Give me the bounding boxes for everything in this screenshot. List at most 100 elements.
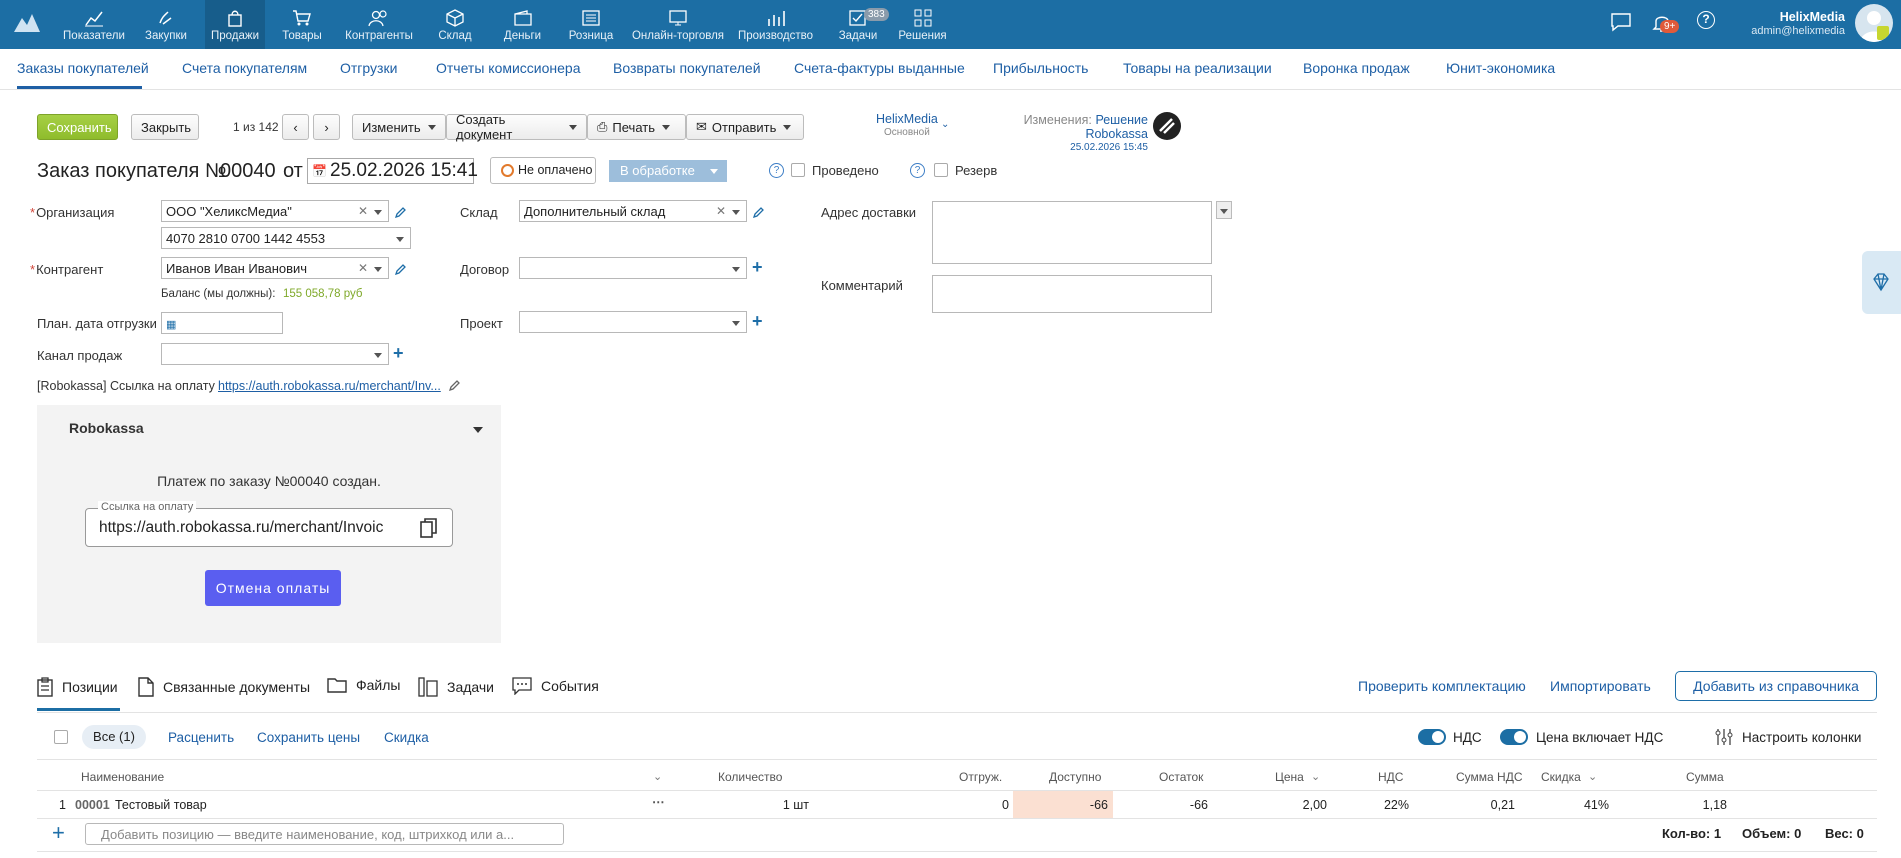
- col-shipped[interactable]: Отгруж.: [959, 770, 1002, 784]
- col-quantity[interactable]: Количество: [718, 770, 782, 784]
- payment-status-button[interactable]: Не оплачено: [490, 157, 596, 184]
- robokassa-link[interactable]: https://auth.robokassa.ru/merchant/Inv..…: [218, 379, 443, 393]
- change-menu-button[interactable]: Изменить: [352, 114, 446, 140]
- add-contract-icon[interactable]: +: [752, 258, 763, 276]
- avatar[interactable]: [1855, 4, 1893, 42]
- nav-retail[interactable]: Розница: [565, 0, 617, 49]
- add-position-input[interactable]: Добавить позицию — введите наименование,…: [85, 823, 564, 845]
- contract-select[interactable]: [519, 257, 747, 279]
- filter-all-pill[interactable]: Все (1): [82, 725, 146, 749]
- ship-date-field[interactable]: ▦: [161, 312, 283, 334]
- add-channel-icon[interactable]: +: [393, 344, 404, 362]
- price-value[interactable]: 2,00: [1295, 798, 1327, 812]
- help-icon[interactable]: ?: [1697, 11, 1715, 29]
- comment-textarea[interactable]: [932, 275, 1212, 313]
- quantity-value[interactable]: 1 шт: [780, 798, 809, 812]
- app-logo[interactable]: [12, 10, 42, 36]
- vat-toggle[interactable]: [1418, 729, 1446, 745]
- cancel-payment-button[interactable]: Отмена оплаты: [205, 570, 341, 606]
- address-expand-button[interactable]: [1216, 201, 1232, 219]
- send-button[interactable]: ✉ Отправить: [686, 114, 804, 140]
- status-dropdown[interactable]: В обработке: [609, 160, 727, 182]
- pencil-icon[interactable]: [395, 206, 407, 218]
- reprice-link[interactable]: Расценить: [168, 730, 234, 745]
- prev-button[interactable]: ‹: [282, 114, 309, 140]
- subnav-consignment-goods[interactable]: Товары на реализации: [1123, 60, 1272, 76]
- tab-tasks[interactable]: Задачи: [418, 677, 494, 697]
- configure-columns-link[interactable]: Настроить колонки: [1742, 730, 1861, 745]
- create-document-button[interactable]: Создать документ: [446, 112, 587, 142]
- col-discount[interactable]: Скидка: [1541, 770, 1581, 784]
- col-available[interactable]: Доступно: [1049, 770, 1101, 784]
- help-icon[interactable]: ?: [769, 163, 784, 178]
- discount-value[interactable]: 41%: [1575, 798, 1609, 812]
- counterparty-select[interactable]: Иванов Иван Иванович ✕: [161, 257, 389, 279]
- company-selector[interactable]: HelixMedia Основной: [876, 113, 938, 139]
- subnav-sales-funnel[interactable]: Воронка продаж: [1303, 60, 1410, 76]
- pencil-icon[interactable]: [395, 263, 407, 275]
- address-textarea[interactable]: [932, 201, 1212, 264]
- warehouse-select[interactable]: Дополнительный склад ✕: [519, 200, 747, 222]
- product-name[interactable]: Тестовый товар: [115, 798, 207, 812]
- vat-value[interactable]: 22%: [1375, 798, 1409, 812]
- subnav-shipments[interactable]: Отгрузки: [340, 60, 397, 76]
- price-includes-vat-toggle[interactable]: [1500, 729, 1528, 745]
- save-prices-link[interactable]: Сохранить цены: [257, 730, 360, 745]
- col-price[interactable]: Цена: [1275, 770, 1304, 784]
- tab-positions[interactable]: Позиции: [37, 677, 118, 697]
- tab-related-documents[interactable]: Связанные документы: [138, 677, 310, 697]
- import-link[interactable]: Импортировать: [1550, 678, 1651, 694]
- chevron-down-icon[interactable]: ⌄: [653, 770, 662, 783]
- user-info[interactable]: HelixMedia admin@helixmedia: [1751, 10, 1845, 38]
- nav-goods[interactable]: Товары: [272, 0, 332, 49]
- subnav-customer-invoices[interactable]: Счета покупателям: [182, 60, 307, 76]
- date-field[interactable]: 📅 25.02.2026 15:41: [307, 158, 478, 184]
- copy-icon[interactable]: [419, 517, 439, 539]
- pencil-icon[interactable]: [753, 206, 765, 218]
- nav-solutions[interactable]: Решения: [895, 0, 950, 49]
- clear-icon[interactable]: ✕: [358, 204, 368, 218]
- payment-link-field[interactable]: Ссылка на оплату https://auth.robokassa.…: [85, 501, 453, 547]
- add-project-icon[interactable]: +: [752, 312, 763, 330]
- clear-icon[interactable]: ✕: [716, 204, 726, 218]
- close-button[interactable]: Закрыть: [131, 114, 199, 140]
- subnav-unit-economics[interactable]: Юнит-экономика: [1446, 60, 1555, 76]
- print-button[interactable]: ⎙ Печать: [587, 114, 686, 140]
- col-vat-sum[interactable]: Сумма НДС: [1456, 770, 1523, 784]
- nav-production[interactable]: Производство: [733, 0, 818, 49]
- subnav-profitability[interactable]: Прибыльность: [993, 60, 1088, 76]
- nav-counterparties[interactable]: Контрагенты: [340, 0, 418, 49]
- subnav-customer-returns[interactable]: Возвраты покупателей: [613, 60, 761, 76]
- tab-events[interactable]: События: [512, 677, 599, 695]
- nav-purchases[interactable]: Закупки: [136, 0, 196, 49]
- chat-icon[interactable]: [1610, 12, 1632, 32]
- col-name[interactable]: Наименование: [81, 770, 164, 784]
- col-vat[interactable]: НДС: [1378, 770, 1403, 784]
- tab-files[interactable]: Файлы: [327, 677, 400, 693]
- nav-indicators[interactable]: Показатели: [62, 0, 126, 49]
- side-widget[interactable]: [1862, 251, 1901, 314]
- project-select[interactable]: [519, 311, 747, 333]
- pencil-icon[interactable]: [449, 379, 461, 391]
- nav-money[interactable]: Деньги: [495, 0, 550, 49]
- posted-checkbox[interactable]: [791, 163, 805, 177]
- bank-account-select[interactable]: 4070 2810 0700 1442 4553: [161, 227, 411, 249]
- settings-icon[interactable]: [1714, 727, 1734, 747]
- nav-warehouse[interactable]: Склад: [430, 0, 480, 49]
- organization-select[interactable]: ООО "ХеликсМедиа" ✕: [161, 200, 389, 222]
- help-icon[interactable]: ?: [910, 163, 925, 178]
- next-button[interactable]: ›: [313, 114, 340, 140]
- order-number[interactable]: 00040: [220, 160, 276, 183]
- col-sum[interactable]: Сумма: [1686, 770, 1724, 784]
- clear-icon[interactable]: ✕: [358, 261, 368, 275]
- nav-sales[interactable]: Продажи: [205, 0, 265, 49]
- subnav-issued-invoices[interactable]: Счета-фактуры выданные: [794, 60, 965, 76]
- nav-online[interactable]: Онлайн-торговля: [628, 0, 728, 49]
- collapse-icon[interactable]: [473, 427, 483, 433]
- discount-link[interactable]: Скидка: [384, 730, 429, 745]
- add-row-icon[interactable]: +: [52, 822, 65, 844]
- changes-value[interactable]: Решение Robokassa: [1085, 113, 1148, 141]
- check-kit-link[interactable]: Проверить комплектацию: [1358, 678, 1526, 694]
- reserve-checkbox[interactable]: [934, 163, 948, 177]
- sales-channel-select[interactable]: [161, 343, 389, 365]
